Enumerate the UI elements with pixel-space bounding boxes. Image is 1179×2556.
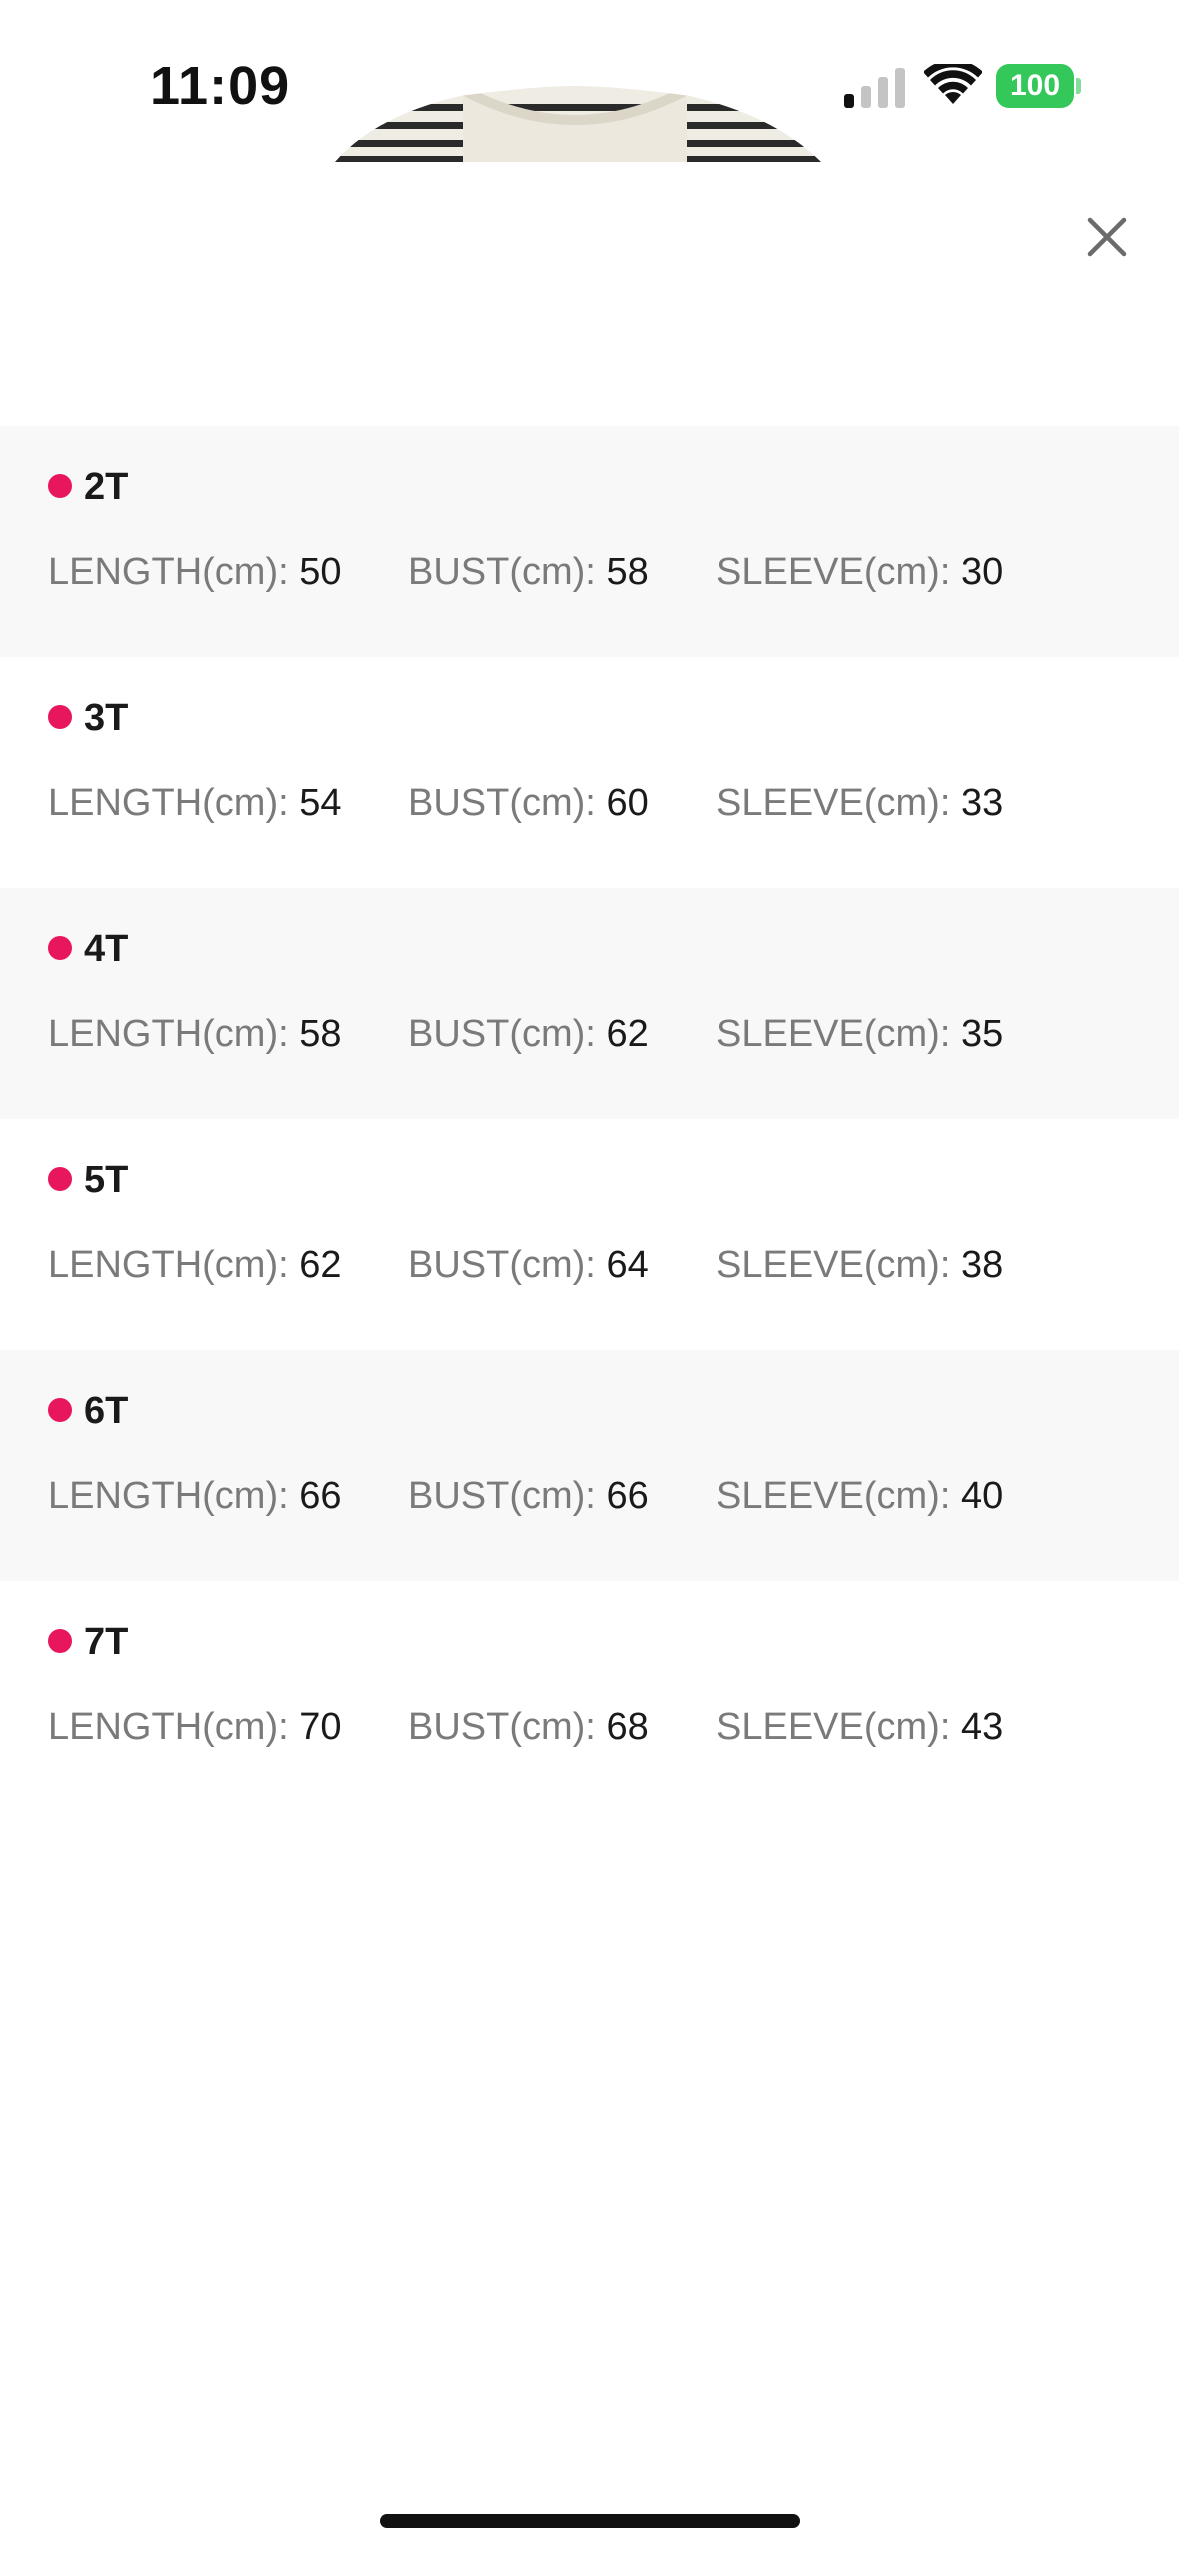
length-value: 70 — [299, 1706, 342, 1748]
home-indicator[interactable] — [380, 2514, 800, 2528]
size-row-6t: 6T LENGTH(cm): 66 BUST(cm): 66 SLEEVE(cm… — [0, 1350, 1179, 1581]
bust-measure: BUST(cm): 64 — [408, 1241, 649, 1289]
bust-label: BUST(cm): — [408, 1475, 607, 1517]
size-bullet-icon — [48, 936, 72, 960]
bust-measure: BUST(cm): 60 — [408, 779, 649, 827]
product-image — [335, 86, 821, 162]
bust-measure: BUST(cm): 62 — [408, 1010, 649, 1058]
size-row-5t: 5T LENGTH(cm): 62 BUST(cm): 64 SLEEVE(cm… — [0, 1119, 1179, 1350]
bust-value: 60 — [606, 782, 649, 824]
size-row-2t: 2T LENGTH(cm): 50 BUST(cm): 58 SLEEVE(cm… — [0, 426, 1179, 657]
size-bullet-icon — [48, 1167, 72, 1191]
bust-value: 58 — [606, 551, 649, 593]
size-row-3t: 3T LENGTH(cm): 54 BUST(cm): 60 SLEEVE(cm… — [0, 657, 1179, 888]
size-name: 6T — [84, 1390, 129, 1432]
sleeve-measure: SLEEVE(cm): 40 — [716, 1472, 1003, 1520]
bust-label: BUST(cm): — [408, 1013, 607, 1055]
size-name: 5T — [84, 1159, 129, 1201]
size-row-4t: 4T LENGTH(cm): 58 BUST(cm): 62 SLEEVE(cm… — [0, 888, 1179, 1119]
sleeve-label: SLEEVE(cm): — [716, 1475, 961, 1517]
size-bullet-icon — [48, 474, 72, 498]
sleeve-label: SLEEVE(cm): — [716, 782, 961, 824]
bust-label: BUST(cm): — [408, 1706, 607, 1748]
bust-label: BUST(cm): — [408, 782, 607, 824]
length-label: LENGTH(cm): — [48, 551, 300, 593]
length-label: LENGTH(cm): — [48, 1475, 300, 1517]
length-measure: LENGTH(cm): 54 — [48, 779, 342, 827]
length-measure: LENGTH(cm): 70 — [48, 1703, 342, 1751]
sleeve-measure: SLEEVE(cm): 33 — [716, 779, 1003, 827]
sleeve-value: 40 — [960, 1475, 1004, 1517]
size-name: 4T — [84, 928, 129, 970]
bust-measure: BUST(cm): 58 — [408, 548, 649, 596]
length-label: LENGTH(cm): — [48, 782, 300, 824]
bust-label: BUST(cm): — [408, 1244, 607, 1286]
length-measure: LENGTH(cm): 66 — [48, 1472, 342, 1520]
sleeve-value: 38 — [960, 1244, 1004, 1286]
battery-cap — [1076, 78, 1081, 94]
battery-level: 100 — [996, 64, 1074, 108]
length-value: 54 — [299, 782, 342, 824]
sleeve-value: 35 — [960, 1013, 1004, 1055]
sleeve-label: SLEEVE(cm): — [716, 1706, 961, 1748]
length-value: 58 — [299, 1013, 342, 1055]
sleeve-value: 43 — [960, 1706, 1004, 1748]
length-value: 66 — [299, 1475, 342, 1517]
size-chart-screen: 11:09 100 2T LENGTH(cm): 50 BUST(cm): 58… — [0, 0, 1179, 2556]
sleeve-label: SLEEVE(cm): — [716, 1244, 961, 1286]
battery-indicator: 100 — [996, 64, 1082, 108]
close-icon[interactable] — [1080, 210, 1134, 264]
bust-measure: BUST(cm): 68 — [408, 1703, 649, 1751]
bust-label: BUST(cm): — [408, 551, 607, 593]
sleeve-measure: SLEEVE(cm): 35 — [716, 1010, 1003, 1058]
sleeve-measure: SLEEVE(cm): 43 — [716, 1703, 1003, 1751]
bust-value: 64 — [606, 1244, 649, 1286]
size-bullet-icon — [48, 705, 72, 729]
cellular-signal-icon — [844, 68, 905, 108]
bust-value: 66 — [606, 1475, 649, 1517]
sleeve-measure: SLEEVE(cm): 38 — [716, 1241, 1003, 1289]
size-row-7t: 7T LENGTH(cm): 70 BUST(cm): 68 SLEEVE(cm… — [0, 1581, 1179, 1812]
size-name: 7T — [84, 1621, 129, 1663]
status-time: 11:09 — [150, 56, 291, 116]
sleeve-label: SLEEVE(cm): — [716, 1013, 961, 1055]
length-value: 62 — [299, 1244, 342, 1286]
sleeve-measure: SLEEVE(cm): 30 — [716, 548, 1003, 596]
length-label: LENGTH(cm): — [48, 1013, 300, 1055]
bust-value: 68 — [606, 1706, 649, 1748]
bust-value: 62 — [606, 1013, 649, 1055]
length-label: LENGTH(cm): — [48, 1706, 300, 1748]
length-label: LENGTH(cm): — [48, 1244, 300, 1286]
bust-measure: BUST(cm): 66 — [408, 1472, 649, 1520]
size-chart-list: 2T LENGTH(cm): 50 BUST(cm): 58 SLEEVE(cm… — [0, 426, 1179, 1812]
sleeve-label: SLEEVE(cm): — [716, 551, 961, 593]
sleeve-value: 30 — [960, 551, 1004, 593]
wifi-icon — [924, 64, 982, 104]
size-bullet-icon — [48, 1629, 72, 1653]
length-measure: LENGTH(cm): 50 — [48, 548, 342, 596]
length-measure: LENGTH(cm): 58 — [48, 1010, 342, 1058]
sleeve-value: 33 — [960, 782, 1004, 824]
size-name: 3T — [84, 697, 129, 739]
length-measure: LENGTH(cm): 62 — [48, 1241, 342, 1289]
size-bullet-icon — [48, 1398, 72, 1422]
size-name: 2T — [84, 466, 129, 508]
length-value: 50 — [299, 551, 342, 593]
